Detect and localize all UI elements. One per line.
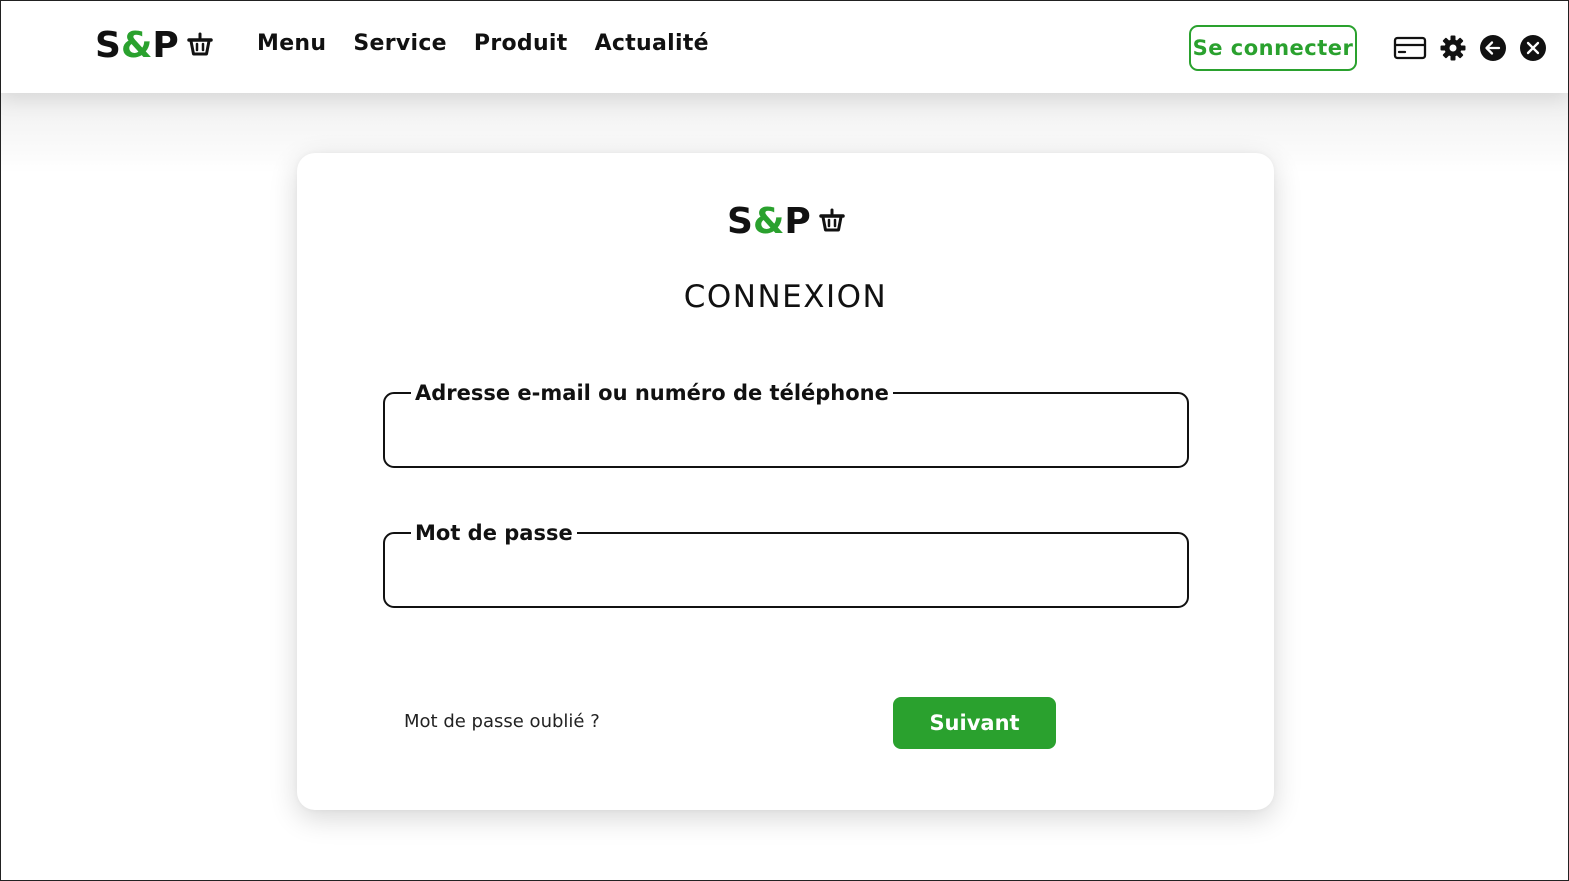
card-brand-logo: S & P <box>727 201 845 242</box>
header-icons <box>1393 34 1547 62</box>
login-card: S & P CONNEXION Adresse e-mail ou numéro d… <box>297 153 1274 810</box>
logo-letter-s: S <box>95 25 121 66</box>
brand-logo[interactable]: S & P <box>95 25 213 66</box>
basket-icon <box>186 25 213 66</box>
logo-letter-p: P <box>152 25 179 66</box>
password-input[interactable] <box>403 553 1167 578</box>
main-nav: Menu Service Produit Actualité <box>257 31 709 56</box>
nav-item-produit[interactable]: Produit <box>474 31 568 56</box>
page-title: CONNEXION <box>683 279 888 315</box>
basket-icon <box>818 201 845 242</box>
password-field: Mot de passe <box>383 521 1189 608</box>
email-field: Adresse e-mail ou numéro de téléphone <box>383 381 1189 468</box>
logo-letter-p: P <box>784 201 811 242</box>
logo-ampersand: & <box>120 25 153 66</box>
email-label: Adresse e-mail ou numéro de téléphone <box>415 381 889 405</box>
next-button[interactable]: Suivant <box>893 697 1056 749</box>
login-button[interactable]: Se connecter <box>1189 25 1357 71</box>
password-label: Mot de passe <box>415 521 573 545</box>
close-icon[interactable] <box>1519 34 1547 62</box>
card-icon[interactable] <box>1393 35 1427 61</box>
nav-item-service[interactable]: Service <box>353 31 447 56</box>
back-arrow-icon[interactable] <box>1479 34 1507 62</box>
forgot-password-link[interactable]: Mot de passe oublié ? <box>404 711 600 732</box>
logo-ampersand: & <box>752 201 785 242</box>
nav-item-menu[interactable]: Menu <box>257 31 326 56</box>
gear-icon[interactable] <box>1439 34 1467 62</box>
logo-letter-s: S <box>727 201 753 242</box>
email-input[interactable] <box>403 413 1167 438</box>
top-header: S & P Menu Service Produit Actualité Se co… <box>1 1 1568 93</box>
nav-item-actualite[interactable]: Actualité <box>595 31 709 56</box>
